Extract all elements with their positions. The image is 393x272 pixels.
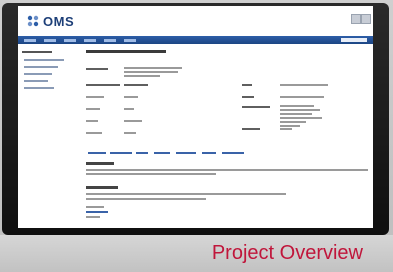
- header-user-icon[interactable]: [361, 14, 371, 24]
- section-text: [86, 193, 286, 195]
- field-value: [124, 120, 142, 122]
- field-value: [124, 67, 182, 69]
- link[interactable]: [222, 152, 244, 154]
- field-value: [280, 121, 306, 123]
- field-value: [124, 71, 178, 73]
- field-value: [124, 75, 160, 77]
- sidebar-item[interactable]: [24, 80, 48, 82]
- section-text: [86, 206, 104, 208]
- link[interactable]: [154, 152, 170, 154]
- section-text: [86, 169, 368, 171]
- field-label: [86, 108, 100, 110]
- field-value: [280, 84, 328, 86]
- screen: OMS: [18, 6, 373, 228]
- search-input[interactable]: [341, 38, 367, 42]
- link[interactable]: [86, 211, 108, 213]
- logo-icon: [27, 15, 39, 27]
- header-menu-icon[interactable]: [351, 14, 361, 24]
- link[interactable]: [136, 152, 148, 154]
- field-value: [280, 113, 312, 115]
- sidebar-title: [22, 51, 52, 53]
- nav-item[interactable]: [44, 38, 56, 42]
- nav-item[interactable]: [24, 38, 36, 42]
- sidebar-item[interactable]: [24, 73, 52, 75]
- section-heading: [86, 186, 118, 189]
- sidebar: [20, 48, 82, 218]
- link[interactable]: [88, 152, 106, 154]
- field-value: [124, 132, 136, 134]
- section-heading: [86, 162, 114, 165]
- field-value: [124, 84, 148, 86]
- section-text: [86, 216, 100, 218]
- app-header: OMS: [18, 6, 373, 36]
- field-label: [86, 84, 120, 86]
- field-value: [280, 117, 322, 119]
- caption-title: Project Overview: [211, 242, 363, 264]
- field-value: [124, 108, 134, 110]
- field-label: [242, 128, 260, 130]
- nav-item[interactable]: [64, 38, 76, 42]
- field-value: [124, 96, 138, 98]
- link[interactable]: [202, 152, 216, 154]
- field-label: [242, 96, 254, 98]
- field-value: [280, 105, 314, 107]
- main-content: [84, 48, 370, 220]
- section-text: [86, 198, 206, 200]
- page-title: [86, 50, 166, 53]
- section-text: [86, 173, 216, 175]
- link[interactable]: [110, 152, 132, 154]
- link[interactable]: [176, 152, 196, 154]
- field-value: [280, 125, 300, 127]
- nav-item[interactable]: [104, 38, 116, 42]
- field-label: [86, 120, 98, 122]
- sidebar-item[interactable]: [24, 59, 64, 61]
- field-label: [86, 96, 104, 98]
- app-logo[interactable]: OMS: [26, 13, 75, 29]
- field-label: [86, 68, 108, 70]
- sidebar-item[interactable]: [24, 66, 58, 68]
- nav-item[interactable]: [84, 38, 96, 42]
- main-navbar: [18, 36, 373, 44]
- field-value: [280, 128, 292, 130]
- field-label: [86, 132, 102, 134]
- nav-item[interactable]: [124, 38, 136, 42]
- sidebar-item[interactable]: [24, 87, 54, 89]
- field-label: [242, 84, 252, 86]
- field-label: [242, 106, 270, 108]
- promo-stage: OMS Project Overview: [0, 0, 393, 272]
- field-value: [280, 96, 324, 98]
- logo-text: OMS: [43, 13, 75, 29]
- field-value: [280, 109, 320, 111]
